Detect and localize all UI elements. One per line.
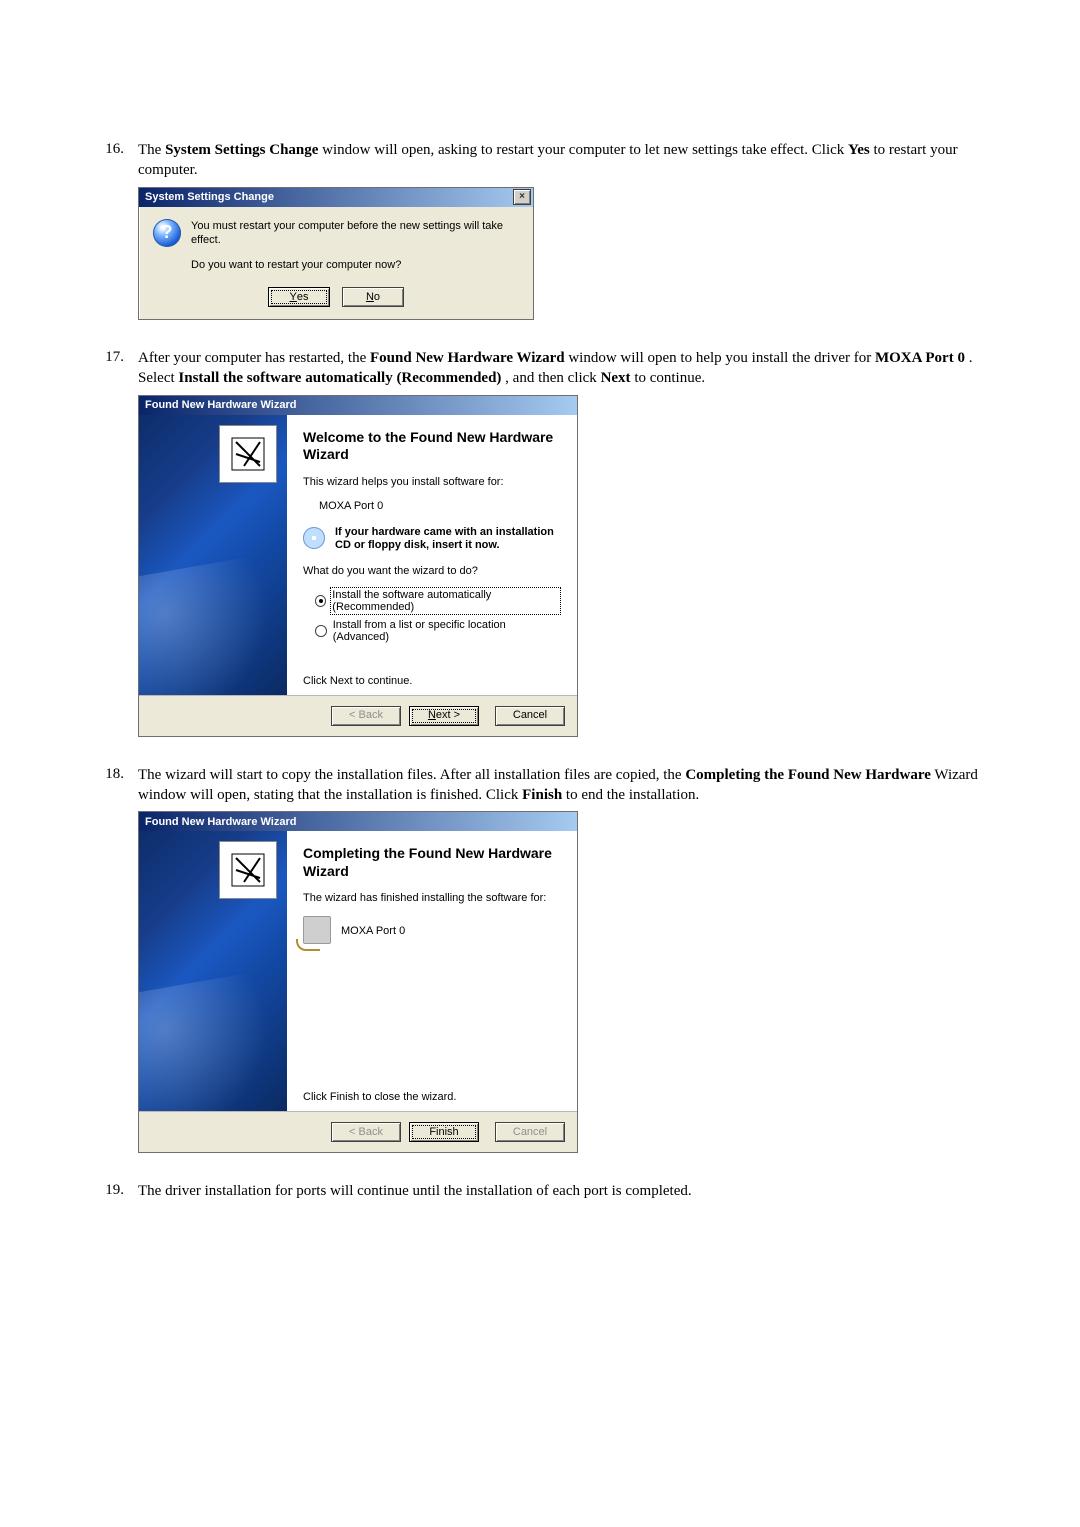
mnemonic: N xyxy=(428,709,436,721)
cancel-button[interactable]: Cancel xyxy=(495,706,565,726)
dialog-buttons: Yes No xyxy=(139,287,533,319)
label-rest: es xyxy=(297,291,309,303)
label-rest: o xyxy=(374,291,380,303)
t: The wizard will start to copy the instal… xyxy=(138,767,685,783)
close-icon[interactable]: × xyxy=(513,189,531,205)
finish-button[interactable]: Finish xyxy=(409,1122,479,1142)
wizard-question: What do you want the wizard to do? xyxy=(303,565,559,577)
wizard-heading: Welcome to the Found New Hardware Wizard xyxy=(303,429,559,464)
yes-button[interactable]: Yes xyxy=(268,287,330,307)
device-row: MOXA Port 0 xyxy=(303,916,559,944)
wizard-top: Completing the Found New Hardware Wizard… xyxy=(139,831,577,1111)
wizard-top: Welcome to the Found New Hardware Wizard… xyxy=(139,415,577,695)
next-hint: Click Next to continue. xyxy=(303,675,559,687)
found-new-hardware-wizard-complete-dialog: Found New Hardware Wizard Completing the… xyxy=(138,811,578,1153)
no-button[interactable]: No xyxy=(342,287,404,307)
label-rest: ext > xyxy=(436,709,460,721)
mnemonic: N xyxy=(366,291,374,303)
step-text: The driver installation for ports will c… xyxy=(138,1181,990,1201)
step-text: The System Settings Change window will o… xyxy=(138,140,990,181)
wizard-footer: < Back Next > Cancel xyxy=(139,695,577,736)
step-number: 16. xyxy=(90,140,126,320)
cd-icon xyxy=(303,527,325,549)
wizard-pane: Completing the Found New Hardware Wizard… xyxy=(287,831,577,1111)
dialog-titlebar[interactable]: Found New Hardware Wizard xyxy=(139,812,577,831)
t-bold: Completing the Found New Hardware xyxy=(685,767,931,783)
steps-list: 16. The System Settings Change window wi… xyxy=(90,140,990,1207)
t: to end the installation. xyxy=(566,787,699,803)
t: to continue. xyxy=(634,370,705,386)
hardware-icon xyxy=(219,841,277,899)
step-19: 19. The driver installation for ports wi… xyxy=(90,1181,990,1207)
mnemonic: Y xyxy=(290,291,297,303)
t-bold: Found New Hardware Wizard xyxy=(370,350,565,366)
wizard-footer: < Back Finish Cancel xyxy=(139,1111,577,1152)
wizard-heading: Completing the Found New Hardware Wizard xyxy=(303,845,559,880)
wizard-side-image xyxy=(139,831,287,1111)
step-16: 16. The System Settings Change window wi… xyxy=(90,140,990,320)
step-text: After your computer has restarted, the F… xyxy=(138,348,990,389)
radio-option-auto[interactable]: Install the software automatically (Reco… xyxy=(315,589,559,613)
radio-icon xyxy=(315,625,327,637)
back-button: < Back xyxy=(331,1122,401,1142)
dialog-line2: Do you want to restart your computer now… xyxy=(191,258,521,273)
step-number: 18. xyxy=(90,765,126,1154)
port-icon xyxy=(303,916,331,944)
t: After your computer has restarted, the xyxy=(138,350,370,366)
radio-option-advanced[interactable]: Install from a list or specific location… xyxy=(315,619,559,643)
wizard-side-image xyxy=(139,415,287,695)
device-name: MOXA Port 0 xyxy=(303,500,559,512)
radio-label: Install the software automatically (Reco… xyxy=(332,589,559,613)
radio-icon xyxy=(315,595,326,607)
question-icon: ? xyxy=(153,219,181,247)
close-hint: Click Finish to close the wizard. xyxy=(303,1091,559,1103)
step-number: 17. xyxy=(90,348,126,737)
cancel-button: Cancel xyxy=(495,1122,565,1142)
t-bold: Install the software automatically (Reco… xyxy=(178,370,501,386)
t-bold: System Settings Change xyxy=(165,142,318,158)
hardware-icon xyxy=(219,425,277,483)
step-18: 18. The wizard will start to copy the in… xyxy=(90,765,990,1154)
dialog-content: ? You must restart your computer before … xyxy=(139,207,533,288)
found-new-hardware-wizard-dialog: Found New Hardware Wizard Welcome to the… xyxy=(138,395,578,737)
dialog-line1: You must restart your computer before th… xyxy=(191,219,521,249)
t: The xyxy=(138,142,165,158)
wizard-subtext: The wizard has finished installing the s… xyxy=(303,892,559,904)
step-text: The wizard will start to copy the instal… xyxy=(138,765,990,806)
wizard-subtext: This wizard helps you install software f… xyxy=(303,476,559,488)
step-number: 19. xyxy=(90,1181,126,1207)
dialog-message: You must restart your computer before th… xyxy=(191,219,521,284)
dialog-title: Found New Hardware Wizard xyxy=(145,816,296,828)
t: window will open, asking to restart your… xyxy=(322,142,848,158)
dialog-title: System Settings Change xyxy=(145,191,274,203)
step-body: The wizard will start to copy the instal… xyxy=(138,765,990,1154)
t-bold: Finish xyxy=(522,787,562,803)
t-bold: Yes xyxy=(848,142,870,158)
next-button[interactable]: Next > xyxy=(409,706,479,726)
back-button: < Back xyxy=(331,706,401,726)
step-17: 17. After your computer has restarted, t… xyxy=(90,348,990,737)
radio-group: Install the software automatically (Reco… xyxy=(303,589,559,643)
step-body: The driver installation for ports will c… xyxy=(138,1181,990,1207)
step-body: After your computer has restarted, the F… xyxy=(138,348,990,737)
cd-hint-text: If your hardware came with an installati… xyxy=(335,524,559,554)
t-bold: MOXA Port 0 xyxy=(875,350,965,366)
device-name: MOXA Port 0 xyxy=(341,923,405,937)
t-bold: Next xyxy=(601,370,631,386)
wizard-pane: Welcome to the Found New Hardware Wizard… xyxy=(287,415,577,695)
t: , and then click xyxy=(505,370,600,386)
dialog-titlebar[interactable]: System Settings Change × xyxy=(139,188,533,207)
cd-hint: If your hardware came with an installati… xyxy=(303,524,559,554)
step-body: The System Settings Change window will o… xyxy=(138,140,990,320)
dialog-title: Found New Hardware Wizard xyxy=(145,399,296,411)
radio-label: Install from a list or specific location… xyxy=(333,619,559,643)
t: window will open to help you install the… xyxy=(568,350,875,366)
document-page: 16. The System Settings Change window wi… xyxy=(0,0,1080,1355)
dialog-titlebar[interactable]: Found New Hardware Wizard xyxy=(139,396,577,415)
system-settings-change-dialog: System Settings Change × ? You must rest… xyxy=(138,187,534,321)
